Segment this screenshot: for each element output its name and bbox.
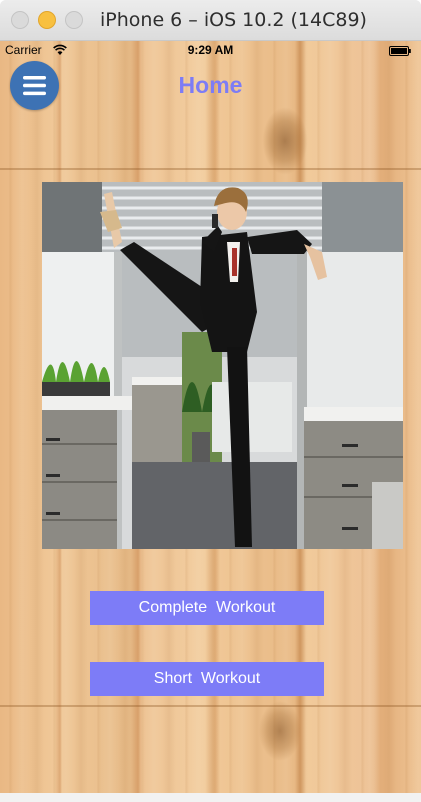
window-title: iPhone 6 – iOS 10.2 (14C89) (100, 9, 367, 31)
short-workout-button[interactable]: Short Workout (90, 662, 324, 696)
simulator-window: iPhone 6 – iOS 10.2 (14C89) Carrier 9:29… (0, 0, 421, 802)
complete-workout-button[interactable]: Complete Workout (90, 591, 324, 625)
hero-photo (42, 182, 403, 549)
minimize-window-button[interactable] (38, 11, 56, 29)
wood-seam (0, 705, 421, 707)
window-titlebar: iPhone 6 – iOS 10.2 (14C89) (0, 0, 421, 41)
office-stretch-illustration (42, 182, 403, 549)
status-bar: Carrier 9:29 AM (0, 41, 421, 61)
close-window-button[interactable] (11, 11, 29, 29)
page-title: Home (178, 72, 243, 98)
wood-seam (0, 168, 421, 170)
app-screen: Carrier 9:29 AM Home Complete Workout Sh… (0, 41, 421, 793)
status-time: 9:29 AM (187, 43, 234, 57)
zoom-window-button[interactable] (65, 11, 83, 29)
battery-icon (389, 46, 411, 56)
window-bottom-edge (0, 793, 421, 802)
